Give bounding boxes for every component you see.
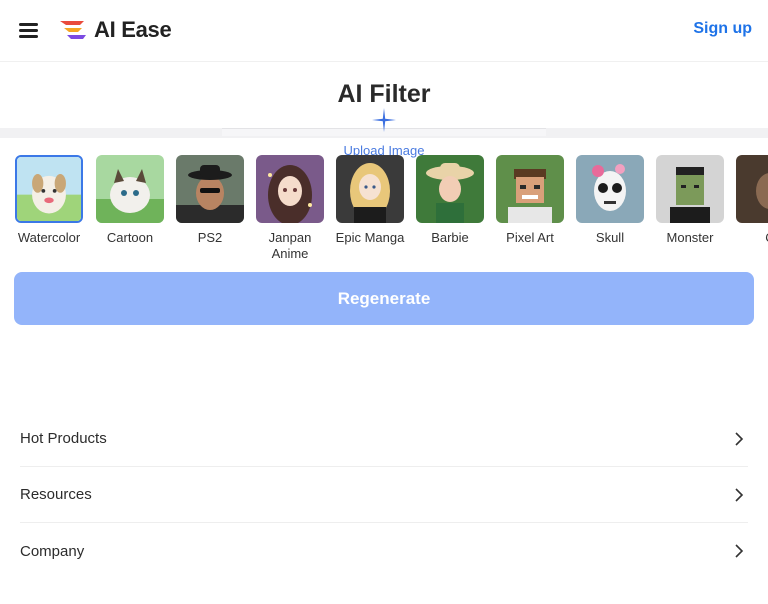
barbie-thumbnail — [416, 155, 484, 223]
filter-label: Skull — [595, 230, 625, 245]
site-header: AI Ease Sign up — [0, 0, 768, 62]
filter-pixel-art[interactable]: Pixel Art — [495, 155, 565, 246]
filter-ps2[interactable]: PS2 — [175, 155, 245, 246]
chevron-right-icon — [735, 431, 744, 446]
nav-resources[interactable]: Resources — [20, 467, 748, 523]
regenerate-button[interactable]: Regenerate — [14, 272, 754, 325]
page-title: AI Filter — [337, 80, 431, 108]
nav-label: Hot Products — [20, 430, 107, 447]
pixel-art-man-thumbnail — [496, 155, 564, 223]
brand-logo[interactable]: AI Ease — [58, 17, 172, 43]
manga-girl-thumbnail — [336, 155, 404, 223]
filter-label: Epic Manga — [335, 230, 405, 245]
filter-watercolor[interactable]: Watercolor — [14, 155, 84, 246]
filter-monster[interactable]: Monster — [655, 155, 725, 246]
filter-label: Monster — [666, 230, 714, 245]
monster-thumbnail — [656, 155, 724, 223]
cartoon-cat-thumbnail — [96, 155, 164, 223]
nav-label: Resources — [20, 486, 92, 503]
filter-epic-manga[interactable]: Epic Manga — [335, 155, 405, 246]
nav-hot-products[interactable]: Hot Products — [20, 411, 748, 467]
filter-partial[interactable]: C — [735, 155, 768, 246]
skull-face-thumbnail — [576, 155, 644, 223]
filter-carousel[interactable]: Watercolor Cartoon PS2 Janpan Anime Epic… — [14, 155, 768, 267]
filter-barbie[interactable]: Barbie — [415, 155, 485, 246]
footer-nav: Hot Products Resources Company — [20, 411, 748, 579]
chevron-right-icon — [735, 487, 744, 502]
filter-label: PS2 — [197, 230, 223, 245]
sign-up-link[interactable]: Sign up — [693, 20, 752, 38]
filter-label: C — [730, 230, 768, 246]
hamburger-menu-icon[interactable] — [19, 23, 38, 39]
filter-skull[interactable]: Skull — [575, 155, 645, 246]
ai-ease-logo-icon — [60, 21, 86, 39]
filter-label: Pixel Art — [506, 230, 554, 245]
plus-icon[interactable] — [371, 107, 397, 133]
filter-label: Cartoon — [106, 230, 154, 245]
watercolor-dog-thumbnail — [15, 155, 83, 223]
brand-name: AI Ease — [94, 17, 172, 42]
nav-company[interactable]: Company — [20, 523, 748, 579]
filter-janpan-anime[interactable]: Janpan Anime — [255, 155, 325, 262]
anime-girl-thumbnail — [256, 155, 324, 223]
filter-cartoon[interactable]: Cartoon — [95, 155, 165, 246]
nav-label: Company — [20, 542, 85, 560]
filter-label: Watercolor — [17, 230, 81, 245]
partial-thumbnail — [736, 155, 768, 223]
filter-label: Barbie — [431, 230, 469, 245]
filter-label: Janpan Anime — [268, 230, 312, 261]
ps2-man-thumbnail — [176, 155, 244, 223]
chevron-right-icon — [735, 544, 744, 558]
